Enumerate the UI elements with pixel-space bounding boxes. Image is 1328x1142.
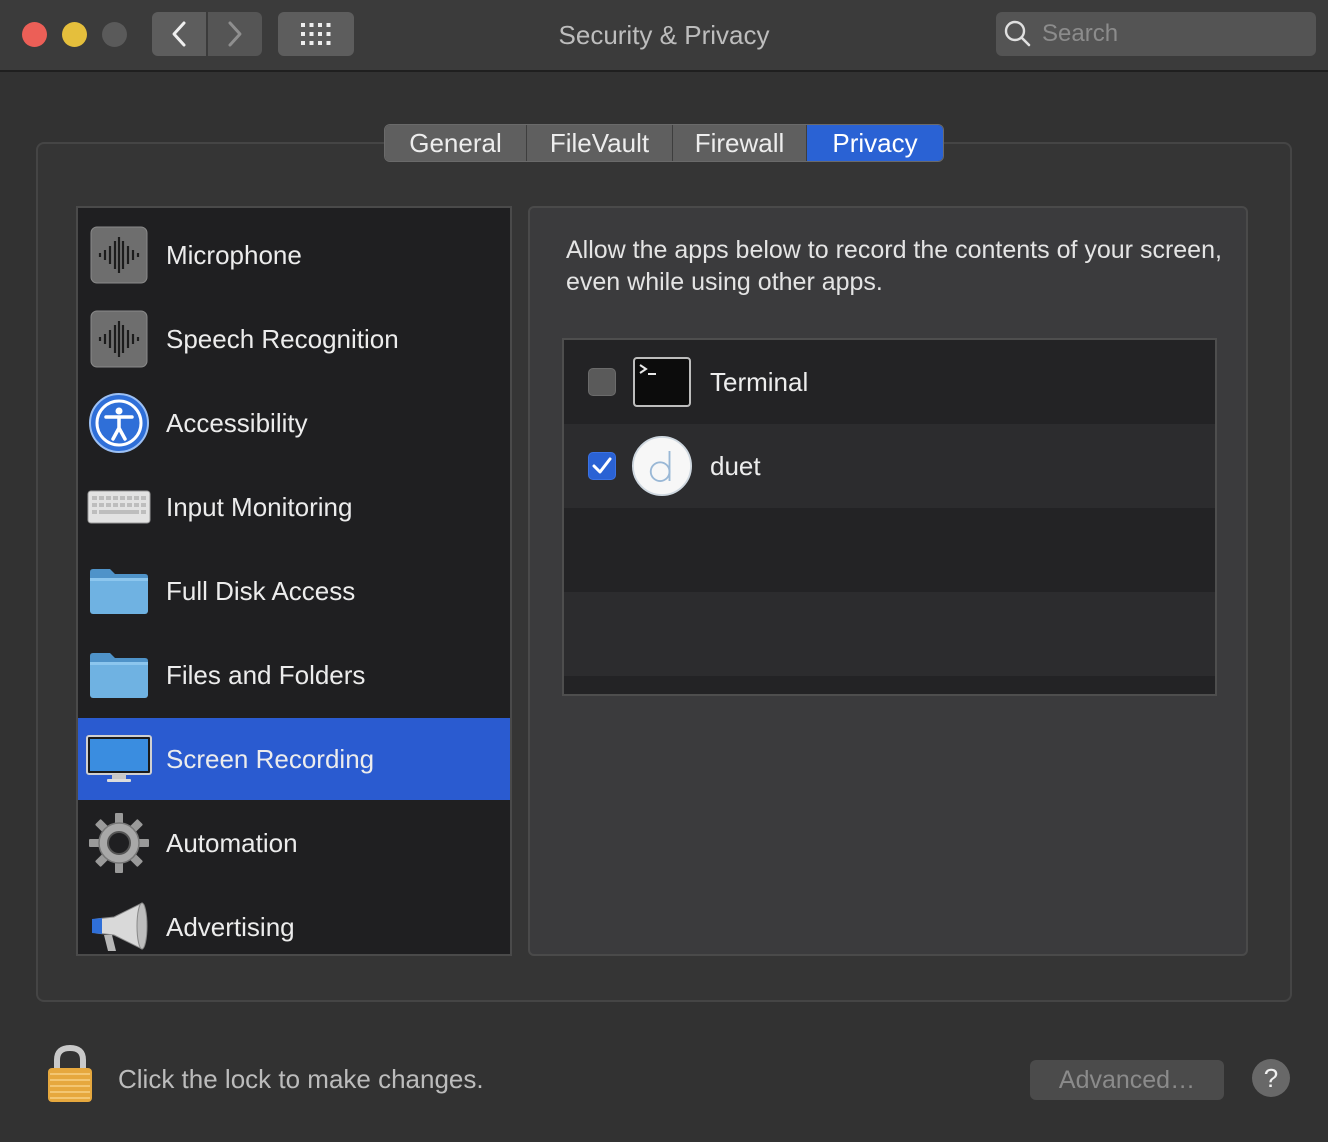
sidebar-item-label: Speech Recognition <box>166 323 399 354</box>
screen-recording-panel: Allow the apps below to record the conte… <box>528 206 1248 956</box>
megaphone-icon <box>86 894 152 954</box>
tab-bar: General FileVault Firewall Privacy <box>384 124 944 162</box>
privacy-category-list[interactable]: Microphone Speech Recognition Accessibil… <box>76 206 512 956</box>
sidebar-item-microphone[interactable]: Microphone <box>78 214 510 296</box>
app-name: duet <box>710 450 761 481</box>
sidebar-item-label: Input Monitoring <box>166 491 353 522</box>
app-row-empty <box>564 592 1215 676</box>
sidebar-item-speech-recognition[interactable]: Speech Recognition <box>78 298 510 380</box>
sidebar-item-label: Screen Recording <box>166 743 375 774</box>
speech-recognition-icon <box>86 306 152 372</box>
app-list[interactable]: Terminal duet <box>562 338 1217 696</box>
advanced-button[interactable]: Advanced… <box>1030 1060 1224 1100</box>
sidebar-item-label: Accessibility <box>166 407 308 438</box>
sidebar-item-label: Microphone <box>166 239 302 270</box>
terminal-icon <box>632 352 692 412</box>
accessibility-icon <box>86 390 152 456</box>
sidebar-item-automation[interactable]: Automation <box>78 802 510 884</box>
app-row-duet[interactable]: duet <box>564 424 1215 508</box>
keyboard-icon <box>86 474 152 540</box>
sidebar-item-input-monitoring[interactable]: Input Monitoring <box>78 466 510 548</box>
sidebar-item-accessibility[interactable]: Accessibility <box>78 382 510 464</box>
terminal-checkbox[interactable] <box>588 368 616 396</box>
sidebar-item-advertising[interactable]: Advertising <box>78 886 510 954</box>
app-row-empty <box>564 676 1215 694</box>
padlock-icon <box>48 1044 92 1102</box>
lock-status-text: Click the lock to make changes. <box>118 1064 484 1094</box>
sidebar-item-label: Automation <box>166 827 298 858</box>
search-icon <box>1004 20 1031 47</box>
folder-icon <box>86 558 152 624</box>
sidebar-item-label: Files and Folders <box>166 659 366 690</box>
duet-icon <box>632 436 692 496</box>
gear-icon <box>86 810 152 876</box>
help-button[interactable]: ? <box>1252 1059 1290 1097</box>
title-bar: Security & Privacy Search <box>0 0 1328 72</box>
search-field[interactable]: Search <box>996 12 1316 56</box>
tab-filevault[interactable]: FileVault <box>527 125 673 161</box>
sidebar-item-full-disk-access[interactable]: Full Disk Access <box>78 550 510 632</box>
sidebar-item-screen-recording[interactable]: Screen Recording <box>78 718 510 800</box>
checkmark-icon <box>592 457 612 474</box>
app-row-terminal[interactable]: Terminal <box>564 340 1215 424</box>
display-icon <box>86 726 152 792</box>
tab-firewall[interactable]: Firewall <box>673 125 807 161</box>
sidebar-item-label: Advertising <box>166 911 295 942</box>
microphone-icon <box>86 222 152 288</box>
panel-description: Allow the apps below to record the conte… <box>566 236 1222 296</box>
duet-checkbox[interactable] <box>588 452 616 480</box>
folder-icon <box>86 642 152 708</box>
app-row-empty <box>564 508 1215 592</box>
lock-button[interactable] <box>44 1044 96 1104</box>
tab-privacy[interactable]: Privacy <box>807 125 943 161</box>
search-placeholder: Search <box>1042 20 1119 47</box>
sidebar-item-files-and-folders[interactable]: Files and Folders <box>78 634 510 716</box>
app-name: Terminal <box>710 366 809 397</box>
sidebar-item-label: Full Disk Access <box>166 575 356 606</box>
tab-general[interactable]: General <box>385 125 527 161</box>
